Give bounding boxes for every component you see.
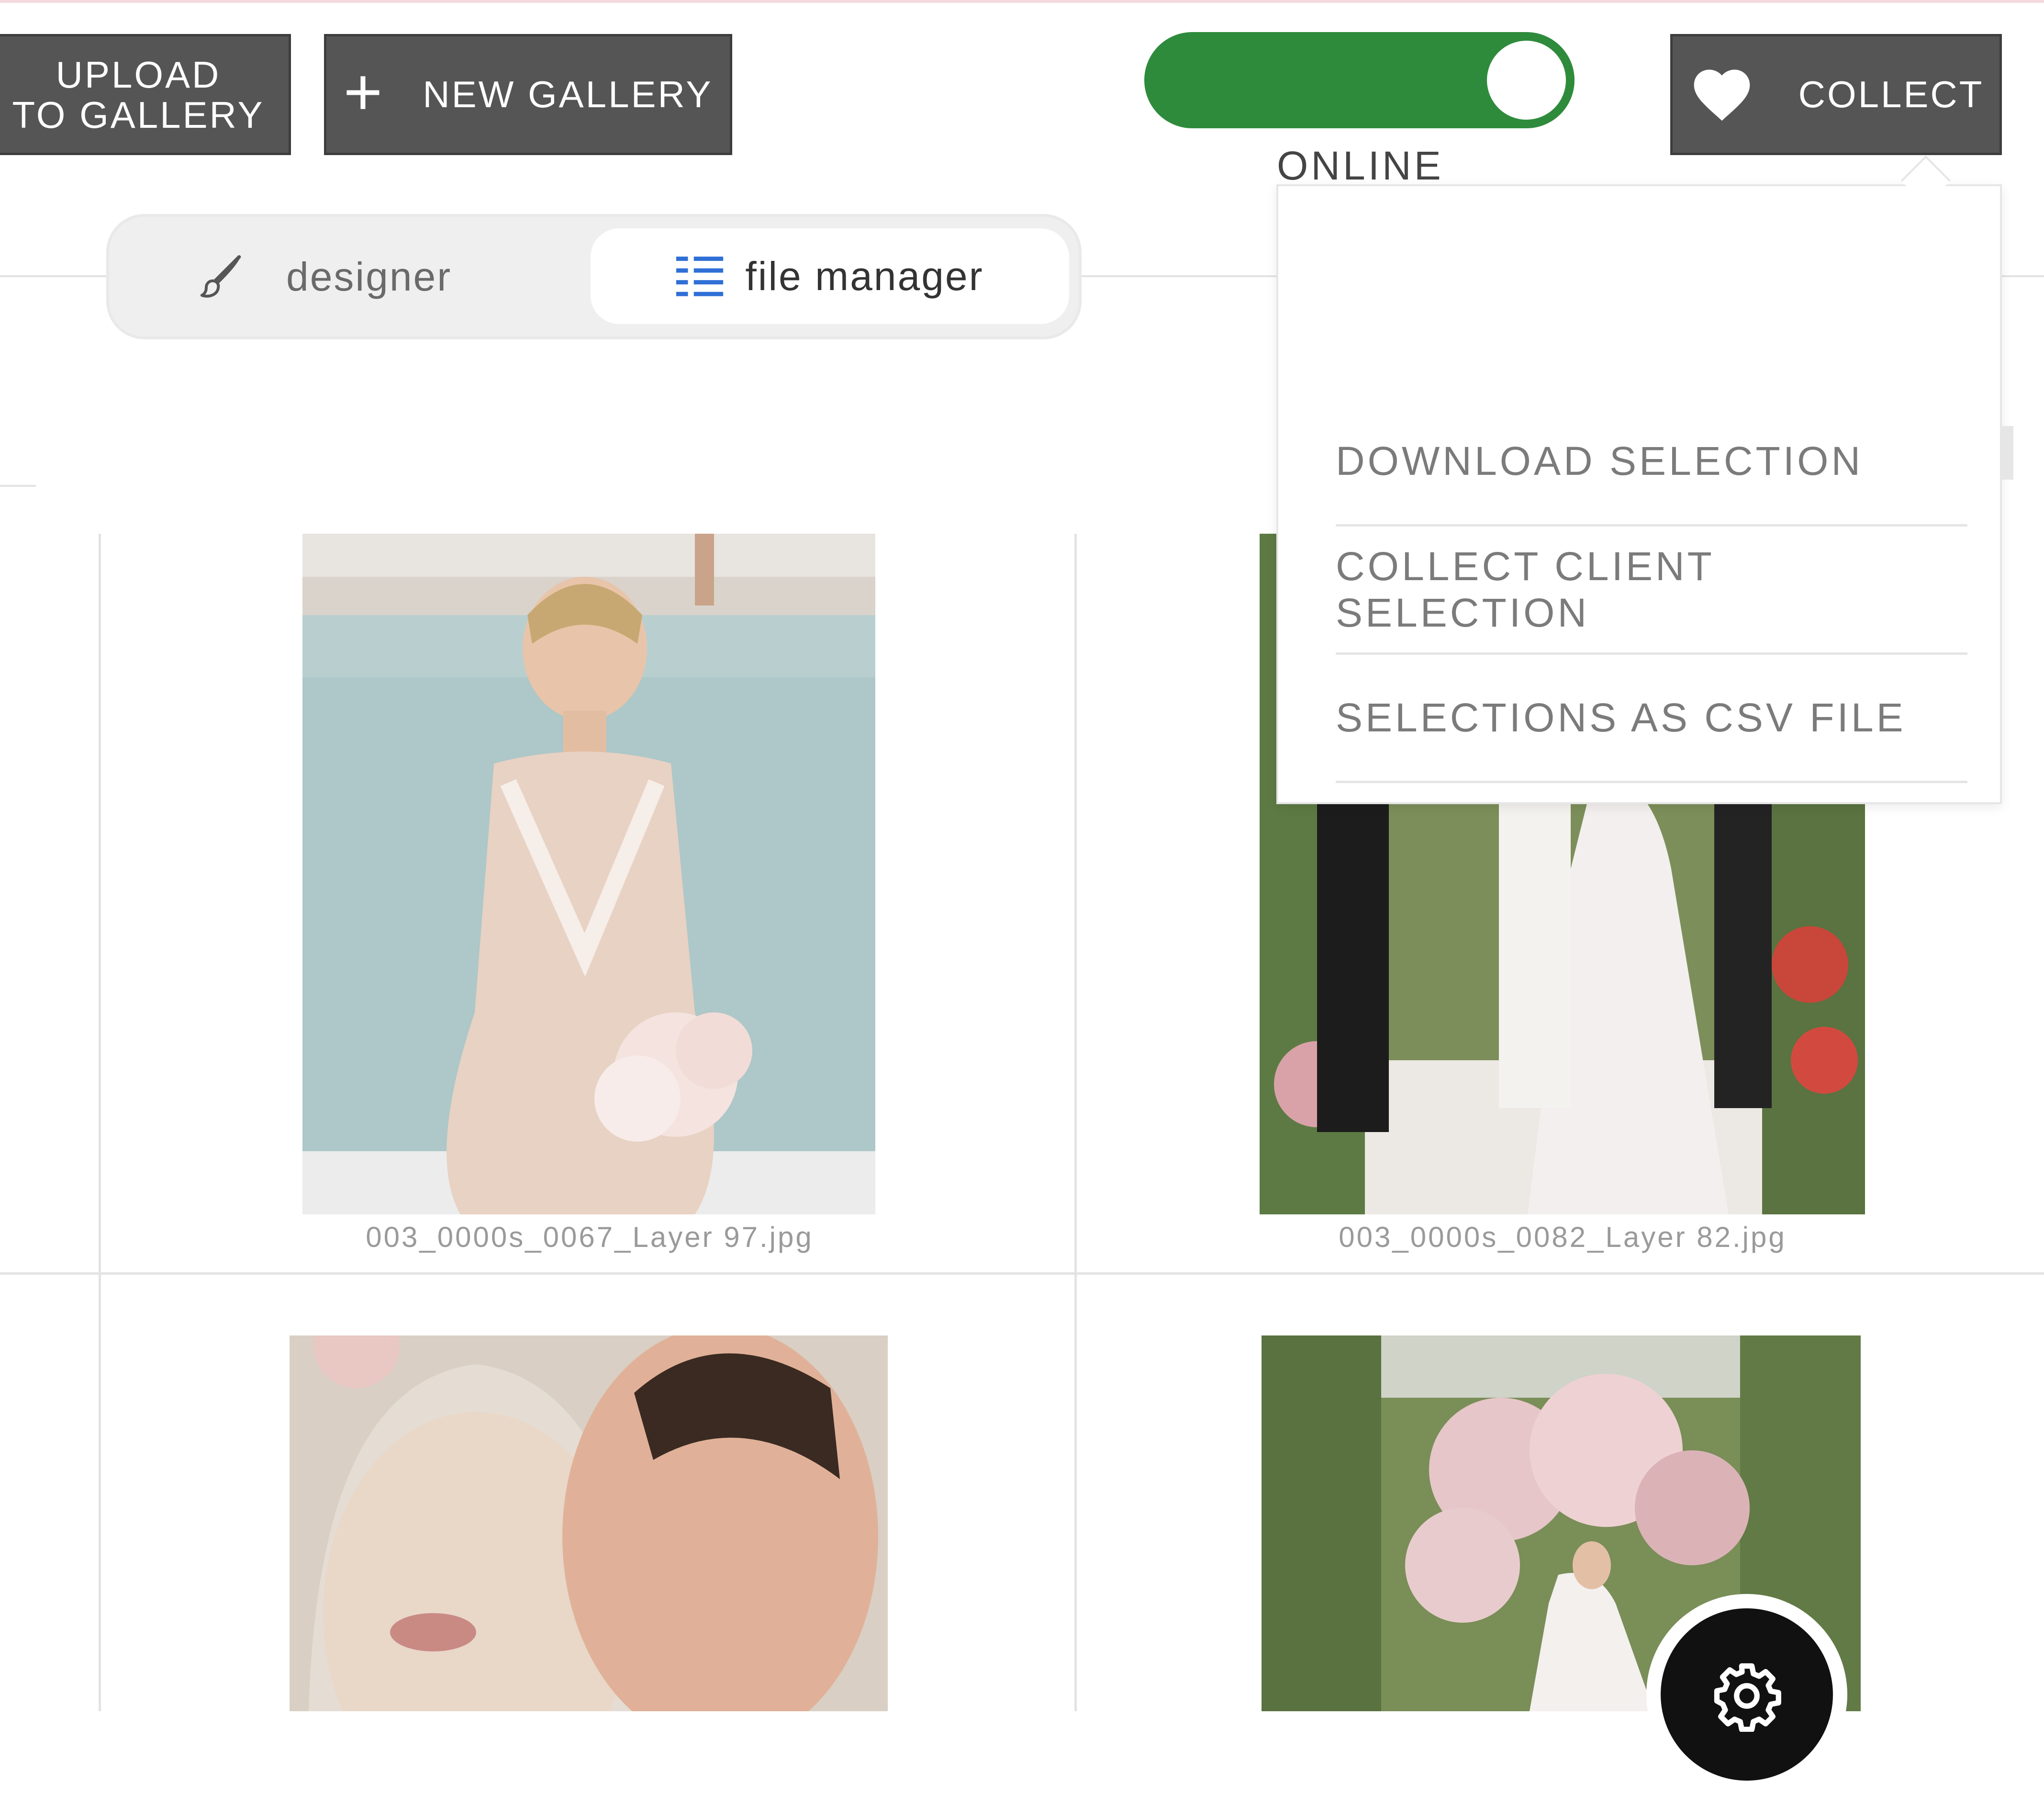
tab-designer[interactable]: designer [195, 217, 452, 337]
upload-label-line2: TO GALLERY [12, 93, 265, 136]
gear-icon [1714, 1663, 1781, 1732]
new-gallery-button[interactable]: + NEW GALLERY [324, 34, 732, 155]
online-status-label: ONLINE [1277, 143, 1444, 188]
gallery-filename: 003_0000s_0067_Layer 97.jpg [366, 1221, 814, 1253]
collect-button[interactable]: COLLECT [1670, 34, 2002, 155]
collect-client-selection-menu-item[interactable]: COLLECT CLIENT SELECTION [1336, 527, 1967, 655]
collect-dropdown-menu: DOWNLOAD SELECTION COLLECT CLIENT SELECT… [1276, 184, 2002, 804]
online-toggle[interactable] [1144, 32, 1575, 128]
new-gallery-label: NEW GALLERY [423, 73, 713, 115]
upload-to-gallery-button[interactable]: UPLOAD TO GALLERY [0, 34, 291, 155]
tabs-divider-left [0, 275, 106, 277]
top-accent-line [0, 0, 2044, 3]
view-switcher: designer file manager [106, 214, 1082, 339]
scrollbar-thumb[interactable] [2002, 426, 2013, 480]
brush-icon [200, 255, 241, 298]
grid-line-middle [1074, 534, 1077, 1711]
toggle-knob[interactable] [1487, 41, 1566, 120]
tab-file-manager[interactable]: file manager [591, 228, 1069, 324]
collect-label: COLLECT [1798, 73, 1984, 115]
gallery-thumbnail[interactable] [290, 1335, 888, 1711]
upload-label-line1: UPLOAD [56, 53, 221, 96]
tab-designer-label: designer [286, 254, 452, 299]
tab-file-manager-label: file manager [745, 253, 984, 299]
settings-button-inner [1661, 1608, 1833, 1781]
selections-csv-menu-item[interactable]: SELECTIONS AS CSV FILE [1336, 655, 1967, 783]
couple-kiss-photo [290, 1335, 888, 1711]
settings-button[interactable] [1646, 1594, 1847, 1795]
list-icon [676, 257, 724, 296]
gallery-thumbnail[interactable] [302, 534, 875, 1214]
plus-icon: + [343, 54, 385, 129]
bride-by-water-photo [302, 534, 875, 1214]
grid-row-divider [0, 1272, 2044, 1275]
gallery-filename: 003_0000s_0082_Layer 82.jpg [1339, 1221, 1787, 1253]
grid-line-left [99, 534, 101, 1711]
download-selection-menu-item[interactable]: DOWNLOAD SELECTION [1336, 398, 1967, 527]
section-divider-stub [0, 485, 36, 487]
heart-icon [1694, 69, 1750, 121]
